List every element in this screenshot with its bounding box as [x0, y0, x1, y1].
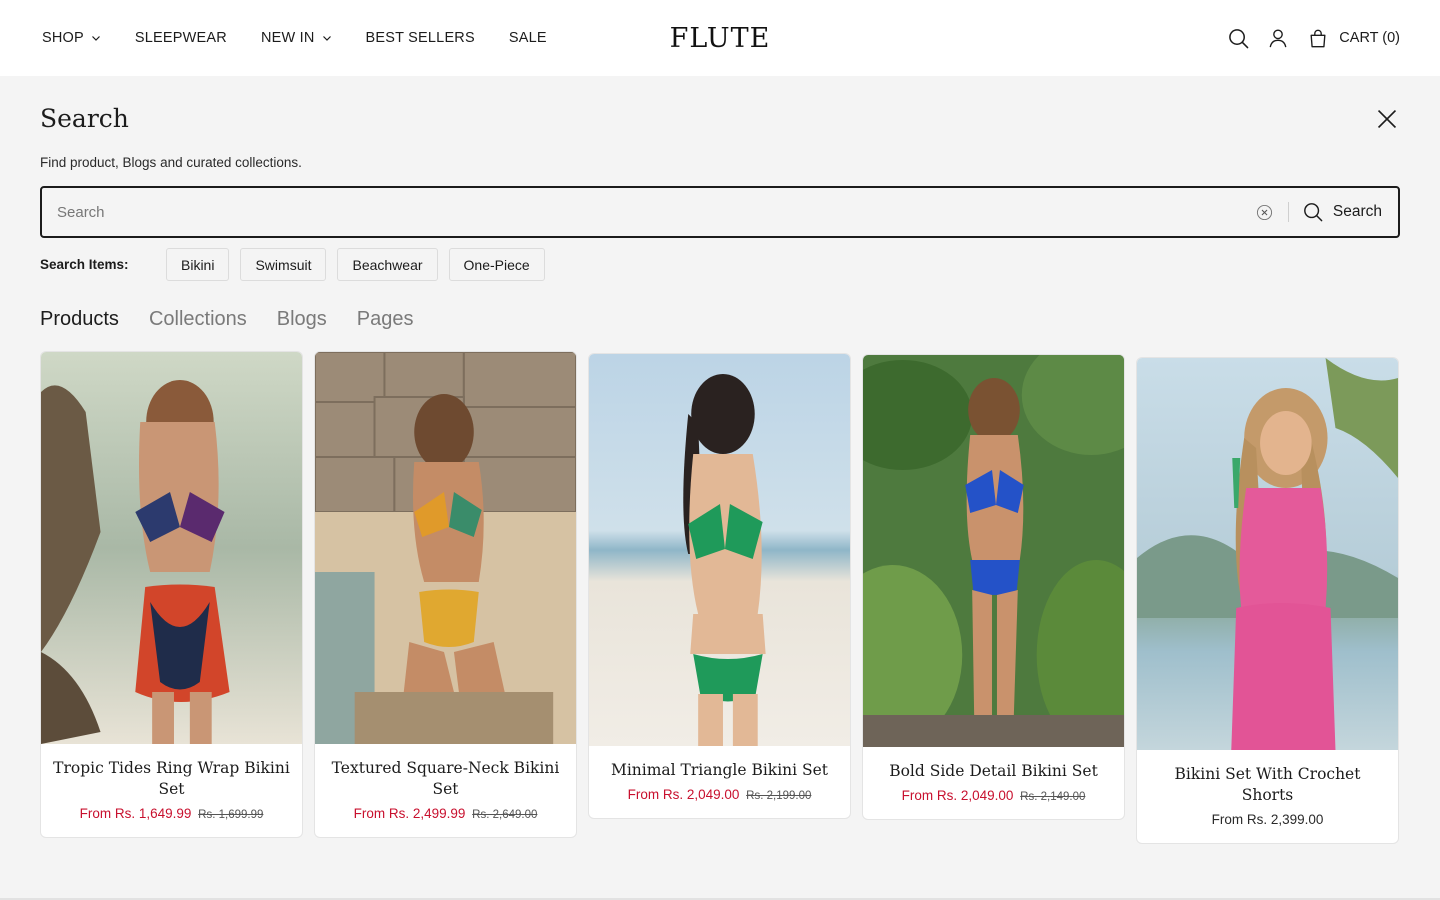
product-card[interactable]: Bold Side Detail Bikini Set From Rs. 2,0…	[862, 354, 1125, 820]
sale-price: From Rs. 2,049.00	[627, 787, 740, 802]
clear-icon	[1257, 204, 1273, 220]
product-title[interactable]: Bold Side Detail Bikini Set	[873, 761, 1114, 782]
product-image[interactable]	[589, 354, 850, 746]
product-title[interactable]: Textured Square-Neck Bikini Set	[325, 758, 566, 800]
product-price: From Rs. 2,499.99 Rs. 2,649.00	[325, 806, 566, 821]
product-image[interactable]	[1137, 358, 1398, 750]
search-panel: Search Find product, Blogs and curated c…	[0, 76, 1440, 898]
chevron-down-icon	[91, 33, 101, 43]
nav-shop-label: SHOP	[42, 30, 84, 46]
tab-pages[interactable]: Pages	[357, 308, 414, 331]
nav-sleepwear[interactable]: SLEEPWEAR	[135, 30, 227, 46]
chip-bikini[interactable]: Bikini	[166, 248, 230, 281]
search-field-wrapper: Search	[40, 186, 1400, 238]
product-grid: Tropic Tides Ring Wrap Bikini Set From R…	[40, 351, 1400, 851]
product-info: Minimal Triangle Bikini Set From Rs. 2,0…	[589, 746, 850, 818]
sale-price: From Rs. 1,649.99	[79, 806, 192, 821]
main-nav: SHOP SLEEPWEAR NEW IN BEST SELLERS SALE	[42, 0, 581, 76]
account-icon[interactable]	[1267, 27, 1289, 49]
nav-new-in-label: NEW IN	[260, 30, 315, 46]
product-card[interactable]: Minimal Triangle Bikini Set From Rs. 2,0…	[588, 353, 851, 819]
nav-sleepwear-label: SLEEPWEAR	[134, 30, 227, 46]
close-search-button[interactable]	[1374, 106, 1400, 132]
search-panel-subtitle: Find product, Blogs and curated collecti…	[40, 155, 302, 170]
chevron-down-icon	[322, 33, 332, 43]
product-title[interactable]: Tropic Tides Ring Wrap Bikini Set	[51, 758, 292, 800]
nav-best-sellers[interactable]: BEST SELLERS	[366, 30, 475, 46]
product-info: Bikini Set With Crochet Shorts From Rs. …	[1137, 750, 1398, 843]
header-actions: CART (0)	[1209, 0, 1400, 76]
nav-new-in[interactable]: NEW IN	[261, 30, 332, 46]
tab-blogs[interactable]: Blogs	[277, 308, 327, 331]
compare-at-price: Rs. 2,149.00	[1020, 791, 1086, 803]
nav-shop[interactable]: SHOP	[42, 30, 101, 46]
chip-beachwear[interactable]: Beachwear	[337, 248, 438, 281]
site-header: SHOP SLEEPWEAR NEW IN BEST SELLERS SALE …	[0, 0, 1440, 76]
product-info: Bold Side Detail Bikini Set From Rs. 2,0…	[863, 747, 1124, 819]
nav-best-sellers-label: BEST SELLERS	[365, 30, 475, 46]
search-submit-label: Search	[1332, 203, 1382, 220]
search-icon	[1303, 202, 1323, 222]
chip-swimsuit[interactable]: Swimsuit	[240, 248, 327, 281]
close-icon	[1377, 109, 1397, 129]
product-image[interactable]	[315, 352, 576, 744]
search-submit-button[interactable]: Search	[1303, 202, 1382, 222]
product-card[interactable]: Textured Square-Neck Bikini Set From Rs.…	[314, 351, 577, 838]
brand-logo[interactable]: FLUTE	[640, 0, 800, 76]
product-card[interactable]: Bikini Set With Crochet Shorts From Rs. …	[1136, 357, 1399, 844]
product-image[interactable]	[863, 355, 1124, 747]
cart-bag-icon[interactable]	[1307, 27, 1329, 49]
product-title[interactable]: Minimal Triangle Bikini Set	[599, 760, 840, 781]
compare-at-price: Rs. 2,649.00	[472, 809, 538, 821]
product-title[interactable]: Bikini Set With Crochet Shorts	[1147, 764, 1388, 806]
product-info: Tropic Tides Ring Wrap Bikini Set From R…	[41, 744, 302, 837]
product-info: Textured Square-Neck Bikini Set From Rs.…	[315, 744, 576, 837]
product-card[interactable]: Tropic Tides Ring Wrap Bikini Set From R…	[40, 351, 303, 838]
compare-at-price: Rs. 2,199.00	[746, 790, 812, 802]
clear-search-button[interactable]	[1256, 203, 1274, 221]
product-price: From Rs. 2,049.00 Rs. 2,199.00	[599, 787, 840, 802]
search-divider	[1287, 202, 1289, 222]
product-image[interactable]	[41, 352, 302, 744]
search-suggestions: Search Items: Bikini Swimsuit Beachwear …	[40, 248, 556, 281]
product-price: From Rs. 2,049.00 Rs. 2,149.00	[873, 788, 1114, 803]
cart-link[interactable]: CART (0)	[1339, 30, 1400, 46]
search-items-label: Search Items:	[40, 257, 129, 272]
nav-sale-label: SALE	[508, 30, 547, 46]
search-result-tabs: Products Collections Blogs Pages	[40, 308, 444, 331]
tab-products[interactable]: Products	[40, 308, 119, 331]
product-price: From Rs. 2,399.00	[1147, 812, 1388, 827]
search-input[interactable]	[42, 188, 1256, 236]
search-panel-title: Search	[40, 104, 129, 133]
tab-collections[interactable]: Collections	[149, 308, 247, 331]
sale-price: From Rs. 2,499.99	[353, 806, 466, 821]
search-icon[interactable]	[1227, 27, 1249, 49]
sale-price: From Rs. 2,049.00	[901, 788, 1014, 803]
chip-one-piece[interactable]: One-Piece	[448, 248, 545, 281]
product-price: From Rs. 1,649.99 Rs. 1,699.99	[51, 806, 292, 821]
compare-at-price: Rs. 1,699.99	[198, 809, 264, 821]
nav-sale[interactable]: SALE	[509, 30, 547, 46]
regular-price: From Rs. 2,399.00	[1211, 812, 1324, 827]
